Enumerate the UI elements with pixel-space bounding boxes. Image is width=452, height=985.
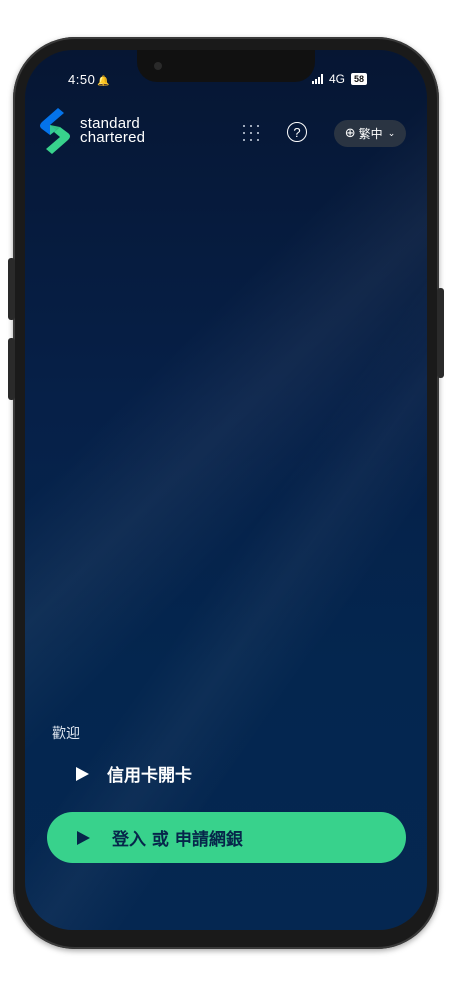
- volume-down-button: [8, 338, 15, 400]
- credit-card-activation-link[interactable]: 信用卡開卡: [76, 761, 192, 786]
- bell-icon: 🔔: [97, 76, 111, 87]
- logo-line-2: chartered: [80, 129, 146, 146]
- power-button: [437, 288, 444, 378]
- logo-wordmark: standard chartered: [80, 116, 146, 146]
- login-or-register-button[interactable]: 登入 或 申請網銀: [47, 812, 406, 863]
- app-screen: [25, 50, 427, 930]
- notch: [137, 50, 315, 82]
- network-type: 4G: [329, 72, 346, 86]
- background-sheen: [25, 50, 427, 930]
- front-camera: [154, 62, 162, 70]
- signal-icon: [312, 74, 323, 84]
- language-label: 繁中: [358, 127, 383, 141]
- welcome-text: 歡迎: [52, 726, 80, 742]
- standard-chartered-logo[interactable]: standard chartered: [38, 108, 145, 154]
- credit-card-activation-label: 信用卡開卡: [107, 766, 192, 786]
- globe-icon: ⊕: [344, 126, 356, 141]
- play-icon: [77, 830, 90, 845]
- volume-up-button: [8, 258, 15, 320]
- chevron-down-icon: ⌄: [387, 128, 396, 139]
- status-bar-indicators: 4G 58: [312, 72, 368, 86]
- language-selector[interactable]: ⊕ 繁中 ⌄: [334, 120, 406, 147]
- login-or-register-label: 登入 或 申請網銀: [112, 830, 243, 850]
- play-icon: [76, 766, 89, 781]
- grid-icon[interactable]: [242, 124, 260, 142]
- question-icon[interactable]: ?: [287, 122, 307, 142]
- status-bar-time: 4:50 🔔: [68, 72, 111, 87]
- battery-icon: 58: [351, 73, 368, 85]
- logo-mark-icon: [40, 108, 70, 154]
